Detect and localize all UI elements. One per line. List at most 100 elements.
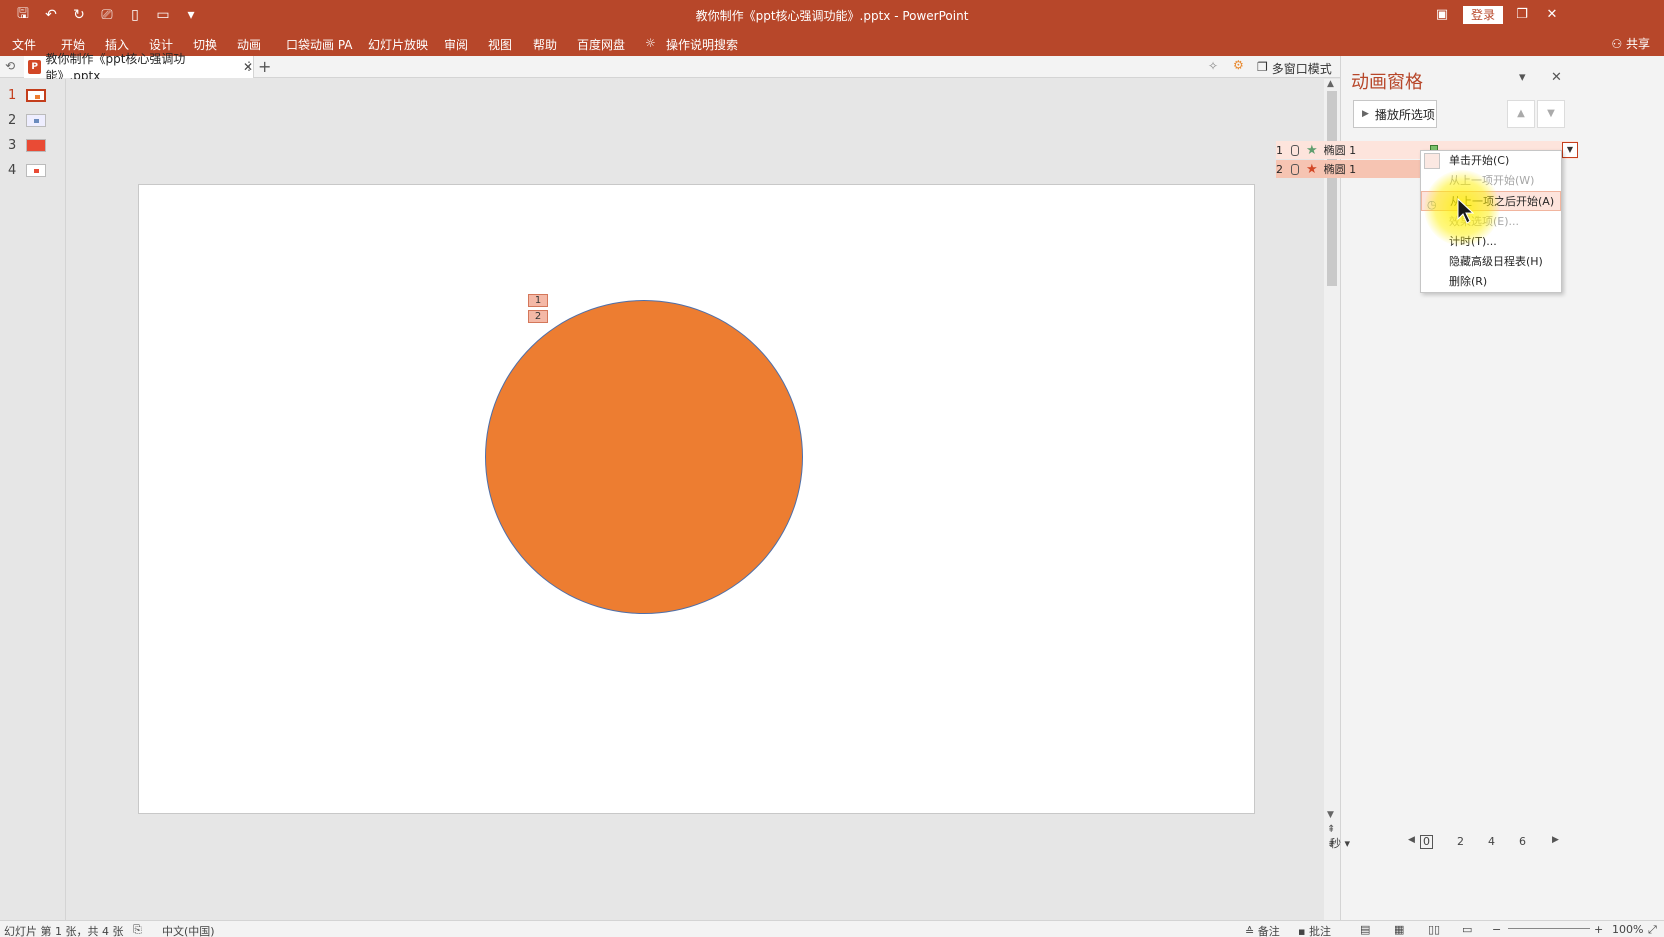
menu-item-remove[interactable]: 删除(R)	[1421, 272, 1561, 292]
seconds-label: 秒	[1330, 837, 1341, 850]
ellipse-shape[interactable]	[485, 300, 803, 614]
normal-view-icon[interactable]: ▤	[1360, 923, 1370, 936]
slideshow-view-icon[interactable]: ▭	[1462, 923, 1472, 936]
tell-me-search[interactable]: 操作说明搜索	[666, 36, 738, 53]
powerpoint-file-icon: P	[28, 60, 42, 74]
multiwindow-label: 多窗口模式	[1271, 62, 1332, 76]
move-down-button[interactable]: ▼	[1537, 100, 1565, 128]
menu-item-start-on-click[interactable]: 单击开始(C)	[1421, 151, 1561, 171]
previous-slide-icon[interactable]: ⇞	[1327, 824, 1335, 835]
play-icon: ▶	[1362, 109, 1369, 119]
language-indicator[interactable]: 中文(中国)	[162, 923, 215, 937]
share-button[interactable]: ⚇ 共享	[1611, 35, 1650, 52]
settings-gear-icon[interactable]: ⚙	[1233, 58, 1244, 72]
fit-slide-icon[interactable]: ⤢	[1648, 923, 1657, 937]
zoom-out-icon[interactable]: −	[1492, 923, 1501, 936]
pin-icon[interactable]: ✧	[1208, 59, 1218, 73]
close-window-icon[interactable]: ✕	[1532, 4, 1572, 26]
tab-help[interactable]: 帮助	[533, 36, 557, 53]
slide-thumbnail-3[interactable]: 3	[8, 135, 60, 155]
move-up-button[interactable]: ▲	[1507, 100, 1535, 128]
slide-thumbnail-image	[26, 138, 46, 152]
ribbon-display-options-icon[interactable]: ▣	[1422, 4, 1462, 26]
seconds-dropdown[interactable]: 秒 ▾	[1330, 835, 1350, 851]
timeline-scroll-right-icon[interactable]: ▶	[1552, 835, 1559, 845]
document-tab-bar: ⟲ P 教你制作《ppt核心强调功能》.pptx ✕ ⋮ + ✧ ⚙ ❐ 多窗口…	[0, 52, 1340, 83]
timeline-scroll-left-icon[interactable]: ◀	[1408, 835, 1415, 845]
timeline-tick: 2	[1457, 835, 1464, 848]
menu-item-label: 效果选项(E)...	[1449, 215, 1520, 228]
animation-pane-title: 动画窗格	[1351, 72, 1423, 93]
person-icon: ⚇	[1611, 37, 1626, 51]
zoom-in-icon[interactable]: +	[1594, 923, 1603, 936]
more-options-icon[interactable]: ⋮	[243, 59, 255, 73]
tab-baidu-netdisk[interactable]: 百度网盘	[577, 36, 625, 53]
animation-dropdown-button[interactable]: ▼	[1562, 142, 1578, 158]
tab-view[interactable]: 视图	[488, 36, 512, 53]
tab-animations[interactable]: 动画	[237, 36, 261, 53]
animation-number: 2	[1276, 162, 1283, 176]
scroll-down-icon[interactable]: ▼	[1327, 810, 1334, 820]
slide-number: 1	[8, 87, 17, 103]
menu-item-timing[interactable]: 计时(T)...	[1421, 232, 1561, 252]
slide-thumbnail-4[interactable]: 4	[8, 160, 60, 180]
play-selected-label: 播放所选项	[1374, 107, 1435, 122]
comments-label: 批注	[1308, 925, 1331, 937]
slide[interactable]: 1 2	[138, 184, 1255, 814]
title-bar: 🖫 ↶ ↻ ⎚ ▯ ▭ ▾ 教你制作《ppt核心强调功能》.pptx - Pow…	[0, 0, 1664, 30]
tab-file[interactable]: 文件	[12, 36, 36, 53]
emphasis-star-icon: ★	[1306, 161, 1318, 177]
reading-view-icon[interactable]: ▯▯	[1428, 923, 1440, 936]
document-tab[interactable]: P 教你制作《ppt核心强调功能》.pptx ✕	[24, 52, 254, 83]
notes-label: 备注	[1257, 925, 1280, 937]
menu-item-effect-options[interactable]: 效果选项(E)...	[1421, 212, 1561, 232]
share-label: 共享	[1625, 37, 1650, 51]
play-selected-button[interactable]: ▶ 播放所选项	[1353, 100, 1437, 128]
slide-number: 2	[8, 112, 17, 128]
scroll-thumb[interactable]	[1327, 91, 1337, 286]
scroll-up-icon[interactable]: ▲	[1327, 79, 1334, 89]
mouse-click-icon	[1288, 163, 1300, 175]
animation-target-name: 椭圆 1	[1323, 144, 1357, 157]
animation-target-name: 椭圆 1	[1323, 163, 1357, 176]
menu-item-start-after-previous[interactable]: ◷ 从上一项之后开始(A)	[1421, 191, 1561, 211]
timeline-tick: 4	[1488, 835, 1495, 848]
timeline-tick: 0	[1420, 835, 1433, 849]
menu-item-hide-advanced-timeline[interactable]: 隐藏高级日程表(H)	[1421, 252, 1561, 272]
tab-review[interactable]: 审阅	[444, 36, 468, 53]
menu-item-start-with-previous[interactable]: 从上一项开始(W)	[1421, 171, 1561, 191]
pane-options-icon[interactable]: ▾	[1519, 70, 1526, 85]
tab-list-icon[interactable]: ⟲	[5, 59, 15, 73]
timeline-ruler: 秒 ▾ ◀ 0 2 4 6 ▶	[1330, 835, 1664, 851]
vertical-scrollbar[interactable]: ▲ ▼ ⇞ ⇟	[1324, 79, 1340, 920]
slide-thumbnail-2[interactable]: 2	[8, 110, 60, 130]
status-bar: 幻灯片 第 1 张，共 4 张 ⎘ 中文(中国) ≙ 备注 ▪ 批注 ▤ ▦ ▯…	[0, 920, 1664, 937]
add-tab-icon[interactable]: +	[258, 57, 271, 76]
zoom-slider[interactable]	[1508, 928, 1590, 929]
close-pane-icon[interactable]: ✕	[1551, 70, 1562, 85]
tab-slideshow[interactable]: 幻灯片放映	[368, 36, 428, 53]
slide-thumbnail-image	[26, 163, 46, 177]
animation-number: 1	[1276, 143, 1283, 157]
comments-button[interactable]: ▪ 批注	[1298, 923, 1331, 937]
slide-number: 4	[8, 162, 17, 178]
animation-order-tag[interactable]: 1	[528, 294, 548, 307]
mouse-click-icon	[1424, 153, 1440, 169]
zoom-level[interactable]: 100%	[1612, 923, 1643, 936]
notes-button[interactable]: ≙ 备注	[1245, 923, 1280, 937]
menu-item-label: 从上一项之后开始(A)	[1450, 195, 1555, 208]
slide-count-info: 幻灯片 第 1 张，共 4 张	[4, 925, 124, 937]
minimize-icon[interactable]: —	[1462, 4, 1502, 26]
spellcheck-icon[interactable]: ⎘	[133, 923, 142, 937]
slide-canvas: 1 2	[66, 79, 1324, 920]
tab-pocket-animation[interactable]: 口袋动画 PA	[286, 36, 353, 53]
animation-list-item-2[interactable]: 2 ★ 椭圆 1	[1276, 160, 1422, 178]
slide-thumbnail-1[interactable]: 1	[8, 85, 60, 105]
menu-item-label: 隐藏高级日程表(H)	[1449, 255, 1543, 268]
slide-sorter-icon[interactable]: ▦	[1394, 923, 1404, 936]
emphasis-star-icon: ★	[1306, 142, 1318, 158]
multiwindow-mode-button[interactable]: ❐ 多窗口模式	[1257, 60, 1332, 77]
timeline-tick: 6	[1519, 835, 1526, 848]
animation-order-tag[interactable]: 2	[528, 310, 548, 323]
menu-item-label: 单击开始(C)	[1449, 154, 1510, 167]
